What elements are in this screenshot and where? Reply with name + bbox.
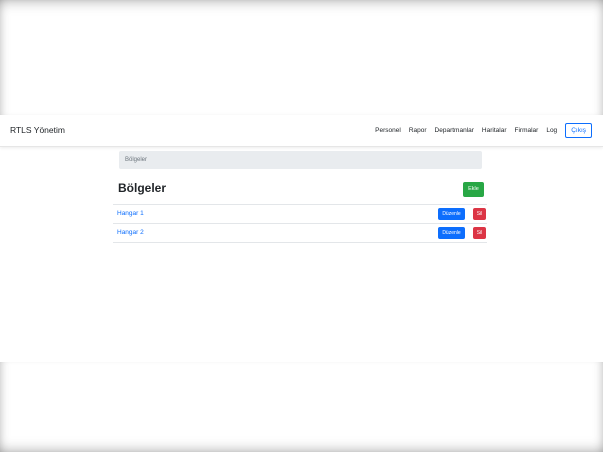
nav-link-log[interactable]: Log (546, 127, 557, 134)
page: RTLS Yönetim Personel Rapor Departmanlar… (0, 115, 603, 362)
delete-button[interactable]: Sil (473, 227, 486, 239)
region-list: Hangar 1 Düzenle Sil Hangar 2 Düzenle Si… (113, 204, 487, 243)
edit-button[interactable]: Düzenle (438, 227, 465, 239)
edit-button[interactable]: Düzenle (438, 208, 465, 220)
nav-link-haritalar[interactable]: Haritalar (482, 127, 507, 134)
nav-link-personel[interactable]: Personel (375, 127, 401, 134)
brand[interactable]: RTLS Yönetim (10, 125, 65, 135)
region-link[interactable]: Hangar 2 (117, 229, 144, 236)
logout-button[interactable]: Çıkış (565, 122, 592, 138)
nav-link-rapor[interactable]: Rapor (409, 127, 427, 134)
delete-button[interactable]: Sil (473, 208, 486, 220)
add-button[interactable]: Ekle (463, 182, 484, 197)
page-title: Bölgeler (118, 181, 167, 195)
nav-links: Personel Rapor Departmanlar Haritalar Fi… (367, 121, 592, 139)
backdrop-top (0, 0, 603, 115)
navbar: RTLS Yönetim Personel Rapor Departmanlar… (0, 115, 603, 147)
nav-link-departmanlar[interactable]: Departmanlar (435, 127, 474, 134)
list-item: Hangar 1 Düzenle Sil (113, 204, 487, 223)
backdrop-bottom (0, 362, 603, 452)
nav-link-firmalar[interactable]: Firmalar (514, 127, 538, 134)
list-item: Hangar 2 Düzenle Sil (113, 223, 487, 243)
breadcrumb: Bölgeler (119, 151, 482, 169)
region-link[interactable]: Hangar 1 (117, 210, 144, 217)
